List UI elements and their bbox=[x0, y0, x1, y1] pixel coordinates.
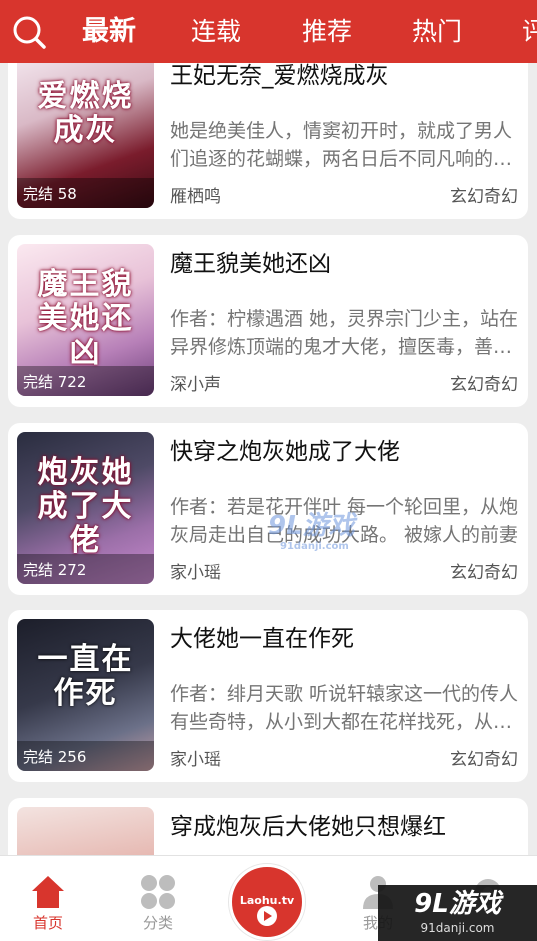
nav-category[interactable]: 分类 bbox=[118, 856, 198, 941]
status-badge: 完结 256 bbox=[23, 748, 87, 766]
cover-title: 一直在作死 bbox=[37, 642, 134, 711]
book-author: 家小瑶 bbox=[170, 563, 221, 583]
book-cover[interactable]: 一直在作死 完结 256 bbox=[17, 619, 154, 771]
book-card[interactable]: 魔王貌美她还凶 完结 722 魔王貌美她还凶 作者：柠檬遇酒 她，灵界宗门少主，… bbox=[8, 235, 528, 407]
book-list[interactable]: 爱燃烧成灰 完结 58 王妃无奈_爱燃烧成灰 她是绝美佳人，情窦初开时，就成了男… bbox=[0, 63, 537, 855]
tab-latest[interactable]: 最新 bbox=[82, 14, 136, 50]
book-author: 深小声 bbox=[170, 375, 221, 395]
book-card[interactable]: 一直在作死 完结 256 大佬她一直在作死 作者：绯月天歌 听说轩辕家这一代的传… bbox=[8, 610, 528, 782]
home-icon bbox=[32, 876, 64, 908]
status-badge: 完结 58 bbox=[23, 185, 77, 203]
book-cover[interactable] bbox=[17, 807, 154, 855]
top-tab-bar: 最新 连载 推荐 热门 评 bbox=[0, 0, 537, 63]
nav-label: 分类 bbox=[142, 914, 173, 932]
watermark-overlay: 9L游戏 91danji.com bbox=[268, 511, 355, 552]
book-title: 魔王貌美她还凶 bbox=[170, 251, 331, 277]
tab-reviews[interactable]: 评 bbox=[522, 14, 537, 50]
center-button-text: Laohu.tv bbox=[239, 894, 295, 907]
nav-home[interactable]: 首页 bbox=[8, 856, 88, 941]
status-badge: 完结 272 bbox=[23, 561, 87, 579]
cover-title: 炮灰她成了大佬 bbox=[37, 455, 134, 558]
book-description: 作者：柠檬遇酒 她，灵界宗门少主，站在异界修炼顶端的鬼才大佬，擅医毒，善布阵 bbox=[170, 308, 519, 358]
book-author: 雁栖鸣 bbox=[170, 187, 221, 207]
book-title: 穿成炮灰后大佬她只想爆红 bbox=[170, 814, 446, 840]
book-title: 大佬她一直在作死 bbox=[170, 626, 354, 652]
watermark: 9L游戏 91danji.com bbox=[378, 885, 537, 941]
tab-hot[interactable]: 热门 bbox=[412, 14, 462, 50]
book-title: 王妃无奈_爱燃烧成灰 bbox=[170, 63, 389, 89]
center-play-button[interactable]: Laohu.tv bbox=[229, 864, 305, 940]
category-icon bbox=[141, 875, 175, 909]
nav-label: 首页 bbox=[32, 914, 63, 932]
book-cover[interactable]: 炮灰她成了大佬 完结 272 bbox=[17, 432, 154, 584]
book-cover[interactable]: 爱燃烧成灰 完结 58 bbox=[17, 63, 154, 208]
book-card[interactable]: 穿成炮灰后大佬她只想爆红 bbox=[8, 798, 528, 855]
tab-recommended[interactable]: 推荐 bbox=[302, 14, 352, 50]
cover-title: 爱燃烧成灰 bbox=[37, 79, 134, 148]
book-title: 快穿之炮灰她成了大佬 bbox=[170, 439, 400, 465]
book-genre: 玄幻奇幻 bbox=[450, 750, 518, 770]
cover-title: 魔王貌美她还凶 bbox=[37, 267, 134, 370]
play-icon bbox=[257, 906, 277, 926]
book-card[interactable]: 炮灰她成了大佬 完结 272 快穿之炮灰她成了大佬 作者：若是花开伴叶 每一个轮… bbox=[8, 423, 528, 595]
book-author: 家小瑶 bbox=[170, 750, 221, 770]
watermark-url: 91danji.com bbox=[420, 921, 495, 935]
status-badge: 完结 722 bbox=[23, 373, 87, 391]
book-genre: 玄幻奇幻 bbox=[450, 187, 518, 207]
book-description: 作者：绯月天歌 听说轩辕家这一代的传人有些奇特，从小到大都在花样找死，从未成功 bbox=[170, 683, 519, 733]
book-genre: 玄幻奇幻 bbox=[450, 563, 518, 583]
book-cover[interactable]: 魔王貌美她还凶 完结 722 bbox=[17, 244, 154, 396]
watermark-logo: 9L游戏 bbox=[414, 889, 501, 919]
search-icon[interactable] bbox=[12, 15, 46, 49]
tab-serializing[interactable]: 连载 bbox=[191, 14, 241, 50]
book-card[interactable]: 爱燃烧成灰 完结 58 王妃无奈_爱燃烧成灰 她是绝美佳人，情窦初开时，就成了男… bbox=[8, 63, 528, 219]
book-genre: 玄幻奇幻 bbox=[450, 375, 518, 395]
book-description: 她是绝美佳人，情窦初开时，就成了男人们追逐的花蝴蝶，两名日后不同凡响的男子 bbox=[170, 120, 513, 170]
